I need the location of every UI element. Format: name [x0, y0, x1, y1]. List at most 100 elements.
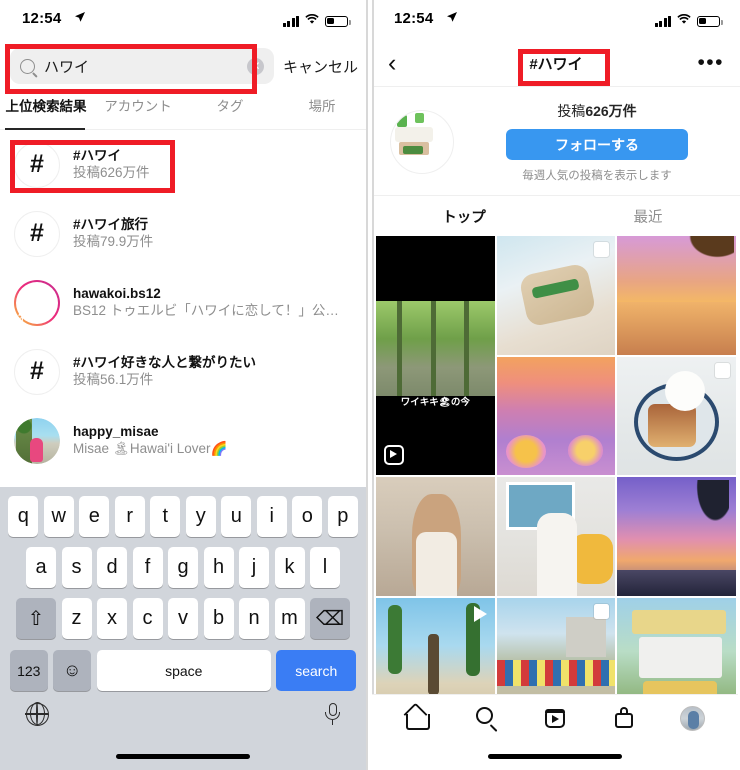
grid-cell[interactable]	[496, 236, 616, 355]
post-count-prefix: 投稿	[557, 103, 586, 119]
search-results-list: # #ハワイ 投稿626万件 # #ハワイ旅行 投稿79.9万件 ハワイに 恋し…	[0, 130, 368, 475]
key-d[interactable]: d	[97, 547, 127, 588]
key-v[interactable]: v	[168, 598, 198, 639]
keyboard-bottom-row	[0, 691, 366, 726]
bottom-navigation	[372, 694, 738, 770]
shop-icon[interactable]	[611, 705, 637, 731]
tab-accounts[interactable]: アカウント	[92, 92, 184, 130]
globe-icon[interactable]	[25, 702, 49, 726]
status-bar-time: 12:54	[394, 10, 434, 27]
clear-search-icon[interactable]: ✕	[246, 57, 264, 75]
hashtag-icon: #	[14, 210, 60, 257]
status-bar-indicators	[282, 12, 351, 30]
key-n[interactable]: n	[239, 598, 269, 639]
wifi-icon	[304, 12, 320, 30]
status-bar: 12:54	[372, 0, 740, 40]
key-f[interactable]: f	[132, 547, 163, 588]
tab-top[interactable]: トップ	[372, 206, 556, 227]
key-b[interactable]: b	[203, 598, 234, 639]
key-l[interactable]: l	[310, 547, 340, 588]
active-tab-indicator	[5, 128, 85, 130]
grid-cell[interactable]	[617, 477, 736, 597]
key-t[interactable]: t	[150, 496, 181, 537]
key-g[interactable]: g	[168, 547, 198, 588]
key-u[interactable]: u	[221, 496, 252, 537]
reels-icon	[384, 445, 404, 466]
grid-cell[interactable]	[617, 236, 736, 355]
key-x[interactable]: x	[97, 598, 127, 639]
key-p[interactable]: p	[327, 496, 358, 537]
key-m[interactable]: m	[274, 598, 305, 639]
grid-cell[interactable]	[496, 356, 616, 476]
key-k[interactable]: k	[274, 547, 305, 588]
emoji-key[interactable]: ☺	[53, 650, 92, 691]
grid-cell[interactable]	[496, 477, 616, 597]
key-e[interactable]: e	[79, 496, 110, 537]
key-j[interactable]: j	[239, 547, 269, 588]
list-item-subtitle: BS12 トゥエルビ「ハワイに恋して！」公式…	[73, 303, 348, 318]
space-key[interactable]: space	[96, 650, 271, 691]
post-grid: ワイキキ🏖の今	[372, 236, 740, 717]
list-item[interactable]: # #ハワイ 投稿626万件	[0, 130, 368, 199]
battery-icon	[697, 15, 723, 27]
list-item[interactable]: happy_misae Misae 🏝Hawai'i Lover🌈	[0, 406, 368, 475]
battery-icon	[325, 15, 351, 27]
key-o[interactable]: o	[292, 496, 323, 537]
grid-cell[interactable]: ワイキキ🏖の今	[376, 236, 495, 476]
numbers-key[interactable]: 123	[9, 650, 48, 691]
carousel-icon	[594, 242, 610, 257]
key-r[interactable]: r	[114, 496, 145, 537]
avatar	[14, 417, 60, 464]
list-item-title: happy_misae	[73, 424, 159, 439]
status-bar-indicators	[654, 12, 723, 30]
backspace-key[interactable]: ⌫	[310, 598, 350, 639]
hashtag-icon: #	[14, 141, 60, 188]
grid-cell[interactable]	[617, 356, 736, 476]
key-w[interactable]: w	[43, 496, 74, 537]
list-item[interactable]: # #ハワイ旅行 投稿79.9万件	[0, 199, 368, 268]
search-input[interactable]: ハワイ ✕	[10, 48, 274, 84]
home-icon[interactable]	[403, 702, 431, 731]
microphone-icon[interactable]	[325, 703, 340, 726]
status-bar-time: 12:54	[22, 10, 62, 27]
key-q[interactable]: q	[8, 496, 39, 537]
carousel-icon	[594, 604, 610, 620]
tab-places[interactable]: 場所	[276, 92, 368, 130]
key-a[interactable]: a	[26, 547, 56, 588]
list-item-subtitle: 投稿56.1万件	[73, 372, 154, 387]
profile-avatar-icon[interactable]	[679, 705, 705, 731]
key-h[interactable]: h	[203, 547, 234, 588]
grid-cell-overlay-text: ワイキキ🏖の今	[400, 397, 470, 409]
post-count-suffix: 万件	[608, 103, 637, 119]
search-key[interactable]: search	[276, 650, 357, 691]
tab-tags[interactable]: タグ	[184, 92, 276, 130]
list-item-title: #ハワイ好きな人と繋がりたい	[73, 355, 257, 370]
left-phone-panel: 12:54 ハワイ ✕ キャンセル 上位検索結果 アカウント タグ 場所 # #…	[0, 0, 368, 770]
follow-button[interactable]: フォローする	[506, 129, 688, 160]
key-z[interactable]: z	[61, 598, 92, 639]
key-c[interactable]: c	[132, 598, 163, 639]
location-arrow-icon	[74, 11, 86, 26]
key-i[interactable]: i	[256, 496, 287, 537]
status-bar: 12:54	[0, 0, 368, 40]
location-arrow-icon	[446, 11, 458, 26]
grid-cell[interactable]	[376, 477, 495, 597]
keyboard-row-3: ⇧ z x c v b n m ⌫	[0, 588, 366, 639]
key-s[interactable]: s	[61, 547, 92, 588]
hashtag-avatar	[390, 110, 454, 174]
list-item-title: #ハワイ	[73, 148, 122, 163]
follow-note: 毎週人気の投稿を表示します	[522, 170, 672, 182]
search-input-value: ハワイ	[44, 58, 90, 76]
list-item[interactable]: # #ハワイ好きな人と繋がりたい 投稿56.1万件	[0, 337, 368, 406]
list-item-subtitle: 投稿626万件	[73, 165, 150, 180]
list-item[interactable]: ハワイに 恋して! hawakoi.bs12 BS12 トゥエルビ「ハワイに恋し…	[0, 268, 368, 337]
cancel-button[interactable]: キャンセル	[283, 56, 358, 77]
shift-key[interactable]: ⇧	[16, 598, 56, 639]
reels-icon[interactable]	[542, 705, 568, 731]
tab-top-results[interactable]: 上位検索結果	[0, 92, 92, 130]
wifi-icon	[676, 12, 692, 30]
key-y[interactable]: y	[185, 496, 216, 537]
page-title: #ハワイ	[529, 55, 583, 73]
tab-recent[interactable]: 最近	[556, 206, 740, 227]
search-icon[interactable]	[474, 705, 500, 732]
